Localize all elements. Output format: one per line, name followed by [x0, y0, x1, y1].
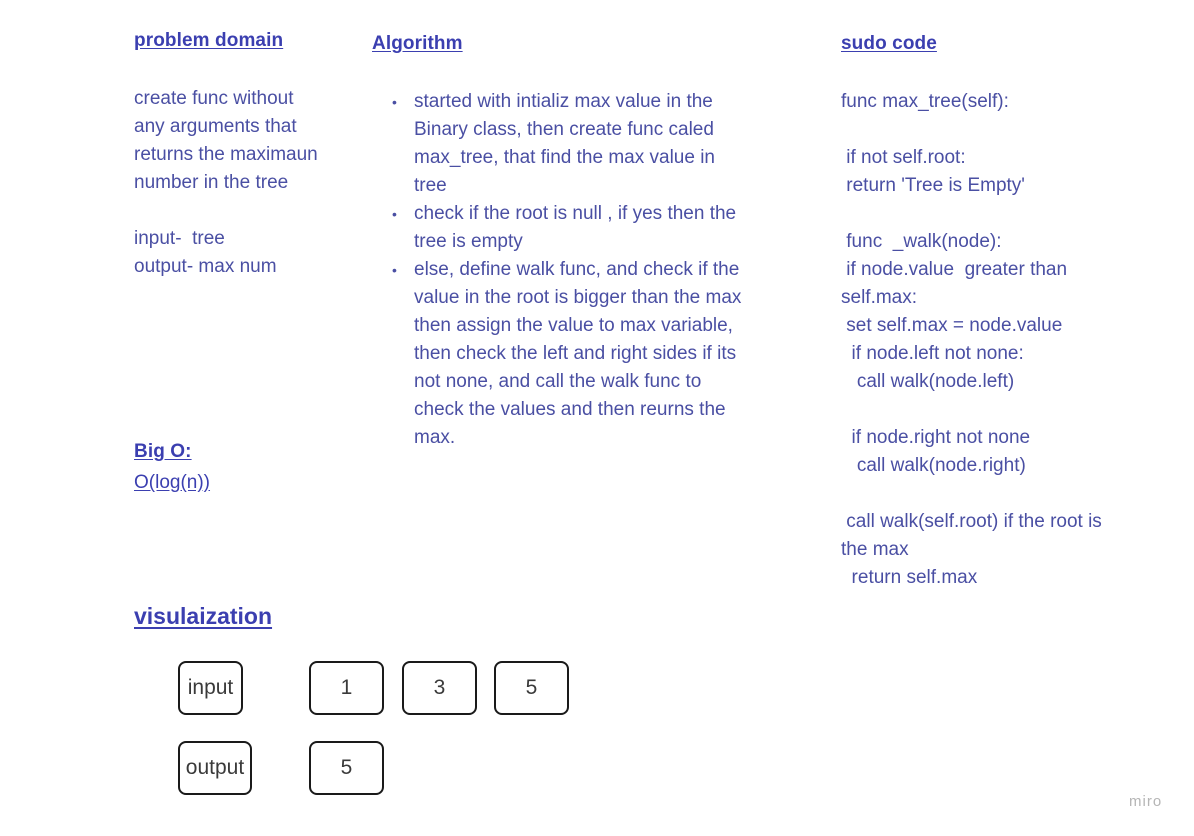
input-value-box[interactable]: 1: [309, 661, 384, 715]
output-value-box[interactable]: 5: [309, 741, 384, 795]
big-o-value: O(log(n)): [134, 472, 211, 493]
algorithm-step: check if the root is null , if yes then …: [390, 200, 790, 256]
input-value-box[interactable]: 5: [494, 661, 569, 715]
algorithm-step: else, define walk func, and check if the…: [390, 256, 790, 452]
sudo-code-text: func max_tree(self): if not self.root: r…: [841, 91, 1102, 588]
visualization-heading: visulaization: [134, 603, 273, 629]
problem-domain-heading: problem domain: [134, 30, 284, 51]
algorithm-heading: Algorithm: [372, 33, 463, 54]
algorithm-list: started with intializ max value in the B…: [390, 88, 790, 452]
input-label-box[interactable]: input: [178, 661, 243, 715]
output-label-box[interactable]: output: [178, 741, 252, 795]
problem-domain-text: create func without any arguments that r…: [134, 88, 318, 277]
big-o-heading: Big O:: [134, 441, 192, 462]
algorithm-step: started with intializ max value in the B…: [390, 88, 790, 200]
miro-logo: miro: [1129, 793, 1163, 810]
sudo-code-heading: sudo code: [841, 33, 937, 54]
input-value-box[interactable]: 3: [402, 661, 477, 715]
